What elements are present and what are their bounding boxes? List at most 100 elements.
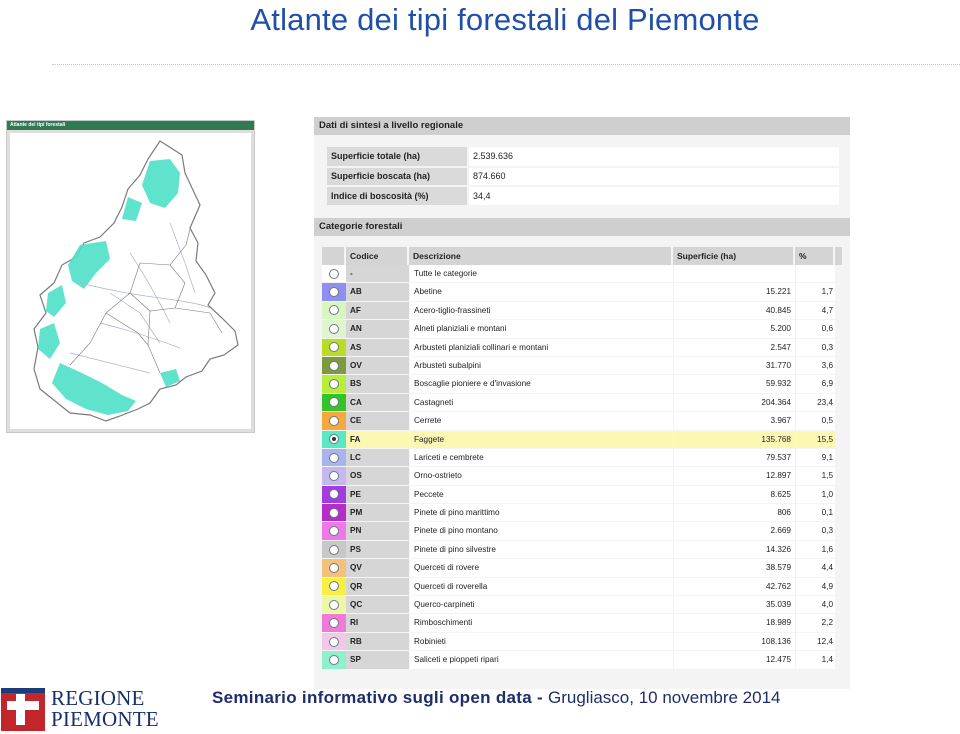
category-area: 108.136 <box>673 632 795 651</box>
category-area: 42.762 <box>673 577 795 596</box>
category-code: RI <box>346 614 409 632</box>
category-row[interactable]: QC Querco-carpineti 35.039 4,0 <box>322 596 842 615</box>
category-code: AS <box>346 338 409 356</box>
category-row[interactable]: LC Lariceti e cembrete 79.537 9,1 <box>322 448 842 468</box>
column-header-select <box>322 247 346 265</box>
category-radio-button[interactable] <box>329 397 339 408</box>
category-row[interactable]: AF Acero-tiglio-frassineti 40.845 4,7 <box>322 301 842 321</box>
category-code: - <box>346 265 409 283</box>
category-row[interactable]: PM Pinete di pino marittimo 806 0,1 <box>322 504 842 523</box>
category-row[interactable]: RI Rimboschimenti 18.989 2,2 <box>322 614 842 633</box>
footer-place-date: Grugliasco, 10 novembre 2014 <box>548 688 781 707</box>
map-panel: Atlante dei tipi forestali <box>6 120 255 433</box>
category-description: Peccete <box>409 485 673 504</box>
category-row[interactable]: QV Querceti di rovere 38.579 4,4 <box>322 559 842 578</box>
category-radio-button[interactable] <box>329 360 339 371</box>
category-row[interactable]: CE Cerrete 3.967 0,5 <box>322 412 842 431</box>
category-row[interactable]: RB Robinieti 108.136 12,4 <box>322 632 842 652</box>
category-code: QC <box>346 596 409 614</box>
category-percent: 4,4 <box>795 559 835 577</box>
category-code: QV <box>346 559 409 577</box>
regione-piemonte-logo: REGIONE PIEMONTE <box>1 686 159 732</box>
summary-label: Indice di boscosità (%) <box>327 186 468 207</box>
category-code: AN <box>346 320 409 338</box>
category-color-swatch <box>322 522 346 540</box>
summary-value: 2.539.636 <box>467 147 839 168</box>
category-radio-button[interactable] <box>329 434 339 445</box>
category-row[interactable]: SP Saliceti e pioppeti ripari 12.475 1,4 <box>322 651 842 670</box>
category-row[interactable]: AS Arbusteti planiziali collinari e monta… <box>322 338 842 357</box>
category-radio-button[interactable] <box>329 268 339 279</box>
category-row[interactable]: OV Arbusteti subalpini 31.770 3,6 <box>322 356 842 376</box>
category-row[interactable]: CA Castagneti 204.364 23,4 <box>322 393 842 413</box>
category-color-swatch <box>322 393 346 412</box>
category-percent: 6,9 <box>795 375 835 393</box>
category-description: Tutte le categorie <box>409 265 673 283</box>
category-area: 79.537 <box>673 448 795 467</box>
footer-caption: Seminario informativo sugli open data - … <box>212 688 780 708</box>
category-area: 31.770 <box>673 356 795 375</box>
category-description: Rimboschimenti <box>409 614 673 632</box>
footer-seminar: Seminario informativo sugli open data - <box>212 688 548 707</box>
category-description: Acero-tiglio-frassineti <box>409 301 673 320</box>
category-radio-button[interactable] <box>329 489 339 500</box>
category-area: 806 <box>673 504 795 522</box>
category-radio-button[interactable] <box>329 323 339 334</box>
category-color-swatch <box>322 577 346 596</box>
category-radio-button[interactable] <box>329 562 339 573</box>
category-radio-button[interactable] <box>329 379 339 390</box>
category-radio-button[interactable] <box>329 415 339 426</box>
category-radio-button[interactable] <box>329 599 339 610</box>
category-row[interactable]: FA Faggete 135.768 15,5 <box>322 430 842 449</box>
category-area: 35.039 <box>673 596 795 614</box>
summary-table: Superficie totale (ha) 2.539.636 Superfi… <box>327 147 839 207</box>
category-description: Alneti planiziali e montani <box>409 320 673 338</box>
category-description: Pinete di pino marittimo <box>409 504 673 522</box>
category-code: CE <box>346 412 409 430</box>
category-row[interactable]: PN Pinete di pino montano 2.669 0,3 <box>322 522 842 541</box>
category-description: Querceti di roverella <box>409 577 673 596</box>
category-radio-button[interactable] <box>329 470 339 481</box>
category-percent: 4,7 <box>795 301 835 320</box>
category-radio-button[interactable] <box>329 544 339 555</box>
category-color-swatch <box>322 614 346 632</box>
category-area: 18.989 <box>673 614 795 632</box>
logo-text-line1: REGIONE <box>51 686 145 710</box>
categories-table-body: - Tutte le categorie AB Abetine 15.221 1,7 AF A… <box>322 265 842 670</box>
category-row[interactable]: PS Pinete di pino silvestre 14.326 1,6 <box>322 540 842 560</box>
column-header-code: Codice <box>346 247 409 265</box>
category-row[interactable]: BS Boscaglie pioniere e d'invasione 59.932… <box>322 375 842 394</box>
category-percent: 12,4 <box>795 632 835 651</box>
category-code: PN <box>346 522 409 540</box>
category-radio-button[interactable] <box>329 581 339 592</box>
category-color-swatch <box>322 356 346 375</box>
category-radio-button[interactable] <box>329 452 339 463</box>
category-row[interactable]: OS Orno-ostrieto 12.897 1,5 <box>322 467 842 486</box>
category-row[interactable]: - Tutte le categorie <box>322 265 842 284</box>
category-radio-button[interactable] <box>329 287 339 298</box>
category-description: Castagneti <box>409 393 673 412</box>
category-radio-button[interactable] <box>329 342 339 353</box>
categories-table: Codice Descrizione Superficie (ha) % - Tu… <box>322 247 842 670</box>
category-radio-button[interactable] <box>329 305 339 316</box>
category-area: 5.200 <box>673 320 795 338</box>
title-divider <box>52 64 960 65</box>
category-radio-button[interactable] <box>329 507 339 518</box>
category-radio-button[interactable] <box>329 526 339 537</box>
category-code: FA <box>346 430 409 448</box>
category-row[interactable]: PE Peccete 8.625 1,0 <box>322 485 842 505</box>
category-description: Robinieti <box>409 632 673 651</box>
category-row[interactable]: AN Alneti planiziali e montani 5.200 0,6 <box>322 320 842 339</box>
category-radio-button[interactable] <box>329 654 339 665</box>
category-row[interactable]: AB Abetine 15.221 1,7 <box>322 283 842 302</box>
category-percent: 0,3 <box>795 522 835 540</box>
category-radio-button[interactable] <box>329 636 339 647</box>
region-map[interactable] <box>10 133 251 429</box>
category-color-swatch <box>322 485 346 504</box>
category-percent: 0,5 <box>795 412 835 430</box>
category-area: 15.221 <box>673 283 795 301</box>
category-radio-button[interactable] <box>329 618 339 629</box>
category-row[interactable]: QR Querceti di roverella 42.762 4,9 <box>322 577 842 597</box>
summary-value: 874.660 <box>467 166 839 187</box>
category-area: 40.845 <box>673 301 795 320</box>
